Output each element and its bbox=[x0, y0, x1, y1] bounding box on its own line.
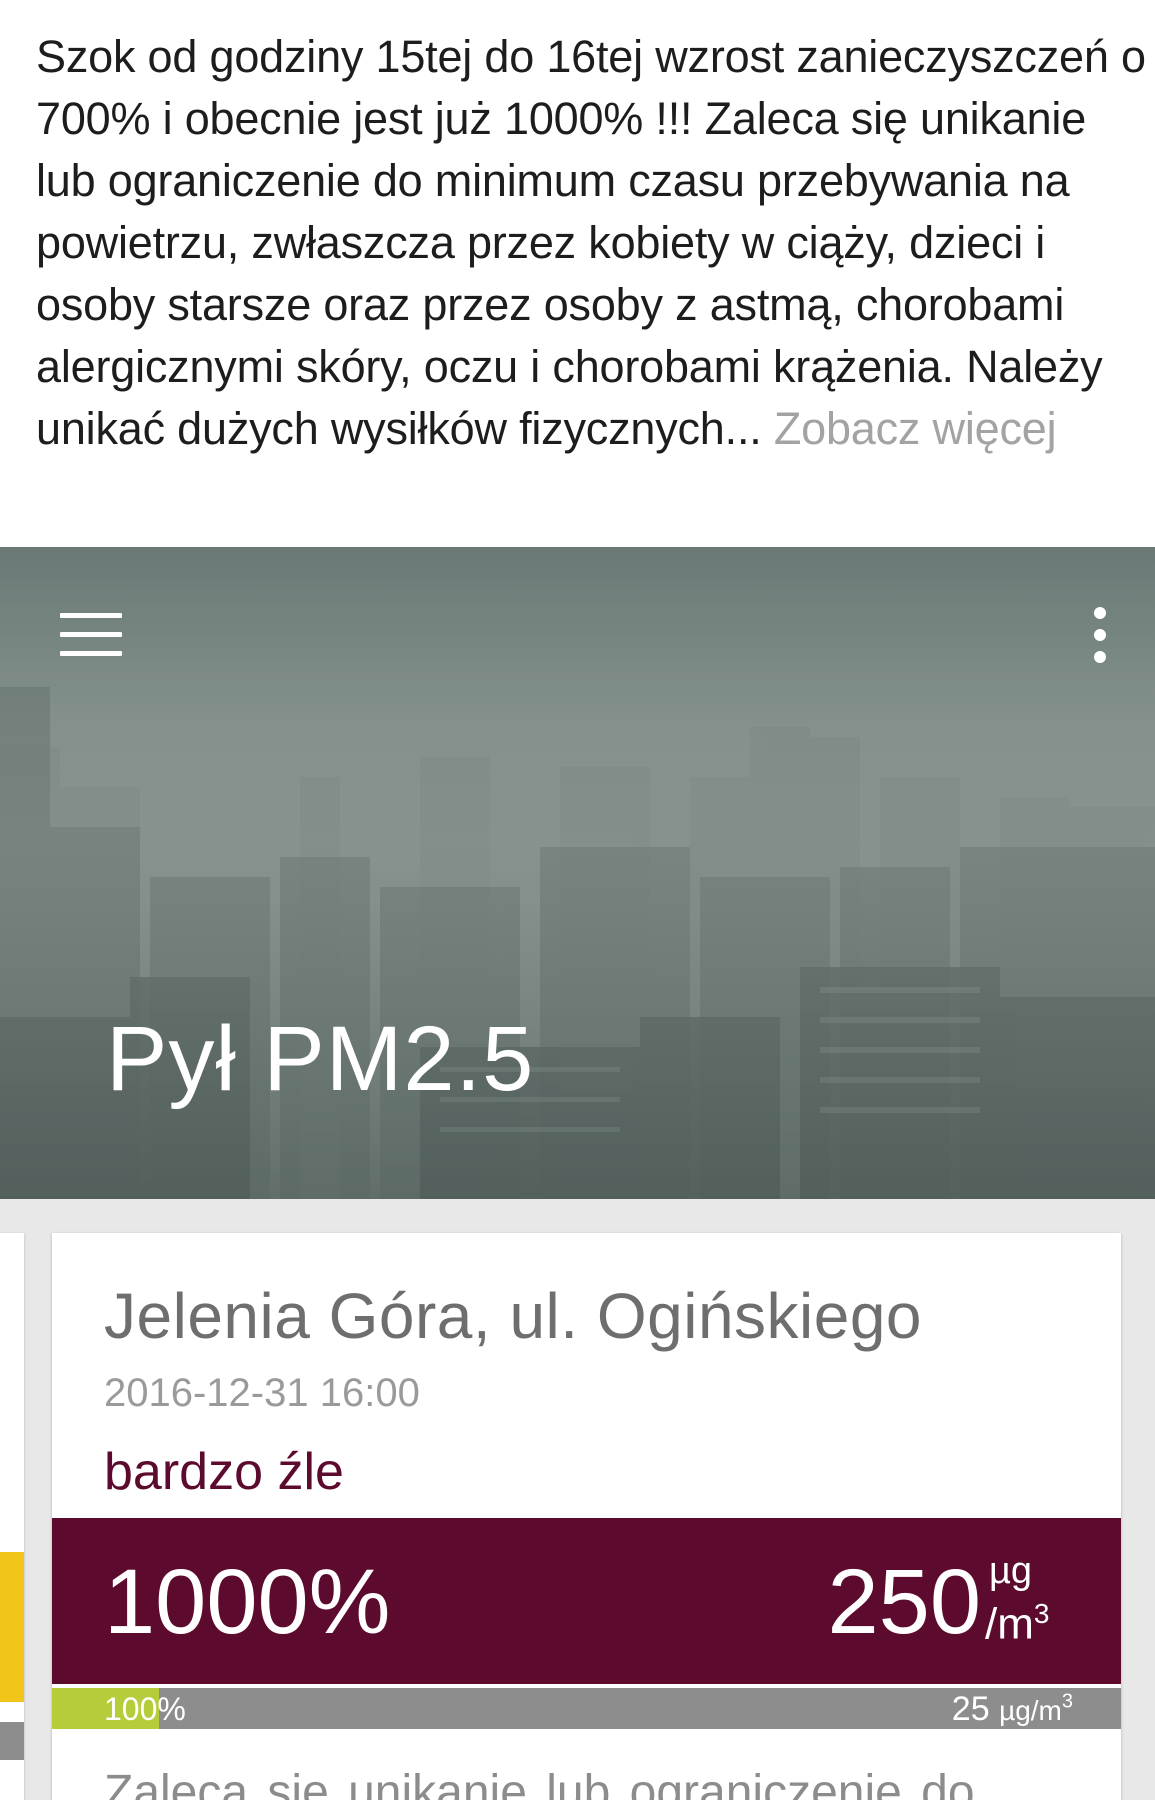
unit-denominator: /m3 bbox=[985, 1598, 1050, 1649]
post-body: Szok od godziny 15tej do 16tej wzrost za… bbox=[36, 31, 1146, 454]
concentration-value: 250 µg/m3 bbox=[828, 1550, 1074, 1666]
station-cards[interactable]: Jelenia Góra, ul. Ogińskiego 2016-12-31 … bbox=[0, 1199, 1155, 1800]
previous-station-card[interactable] bbox=[0, 1233, 24, 1800]
unit-numerator: µg bbox=[989, 1550, 1033, 1592]
measurement-band: 1000% 250 µg/m3 bbox=[52, 1518, 1121, 1684]
previous-card-quality-band bbox=[0, 1552, 24, 1702]
norm-progress-bar: 100% 25 µg/m3 bbox=[52, 1688, 1121, 1729]
hamburger-menu-icon[interactable] bbox=[60, 613, 122, 657]
air-quality-label: bardzo źle bbox=[104, 1443, 344, 1501]
measurement-datetime: 2016-12-31 16:00 bbox=[104, 1371, 420, 1415]
station-name: Jelenia Góra, ul. Ogińskiego bbox=[104, 1280, 922, 1352]
concentration-unit: µg/m3 bbox=[981, 1550, 1073, 1656]
app-title: Pył PM2.5 bbox=[106, 1008, 535, 1110]
norm-percent-label: 100% bbox=[104, 1691, 186, 1727]
see-more-link[interactable]: Zobacz więcej bbox=[774, 403, 1057, 454]
station-card[interactable]: Jelenia Góra, ul. Ogińskiego 2016-12-31 … bbox=[52, 1233, 1121, 1800]
vertical-dots-icon[interactable] bbox=[1080, 607, 1120, 669]
previous-card-norm-bar bbox=[0, 1722, 24, 1760]
post-text: Szok od godziny 15tej do 16tej wzrost za… bbox=[36, 26, 1146, 460]
concentration-number: 250 bbox=[827, 1551, 982, 1653]
norm-percentage: 1000% bbox=[104, 1551, 391, 1653]
app-header-image: Pył PM2.5 bbox=[0, 547, 1155, 1199]
norm-value-label: 25 µg/m3 bbox=[951, 1690, 1073, 1728]
health-advice-text: Zaleca się unikanie lub ograniczenie do bbox=[104, 1766, 975, 1800]
